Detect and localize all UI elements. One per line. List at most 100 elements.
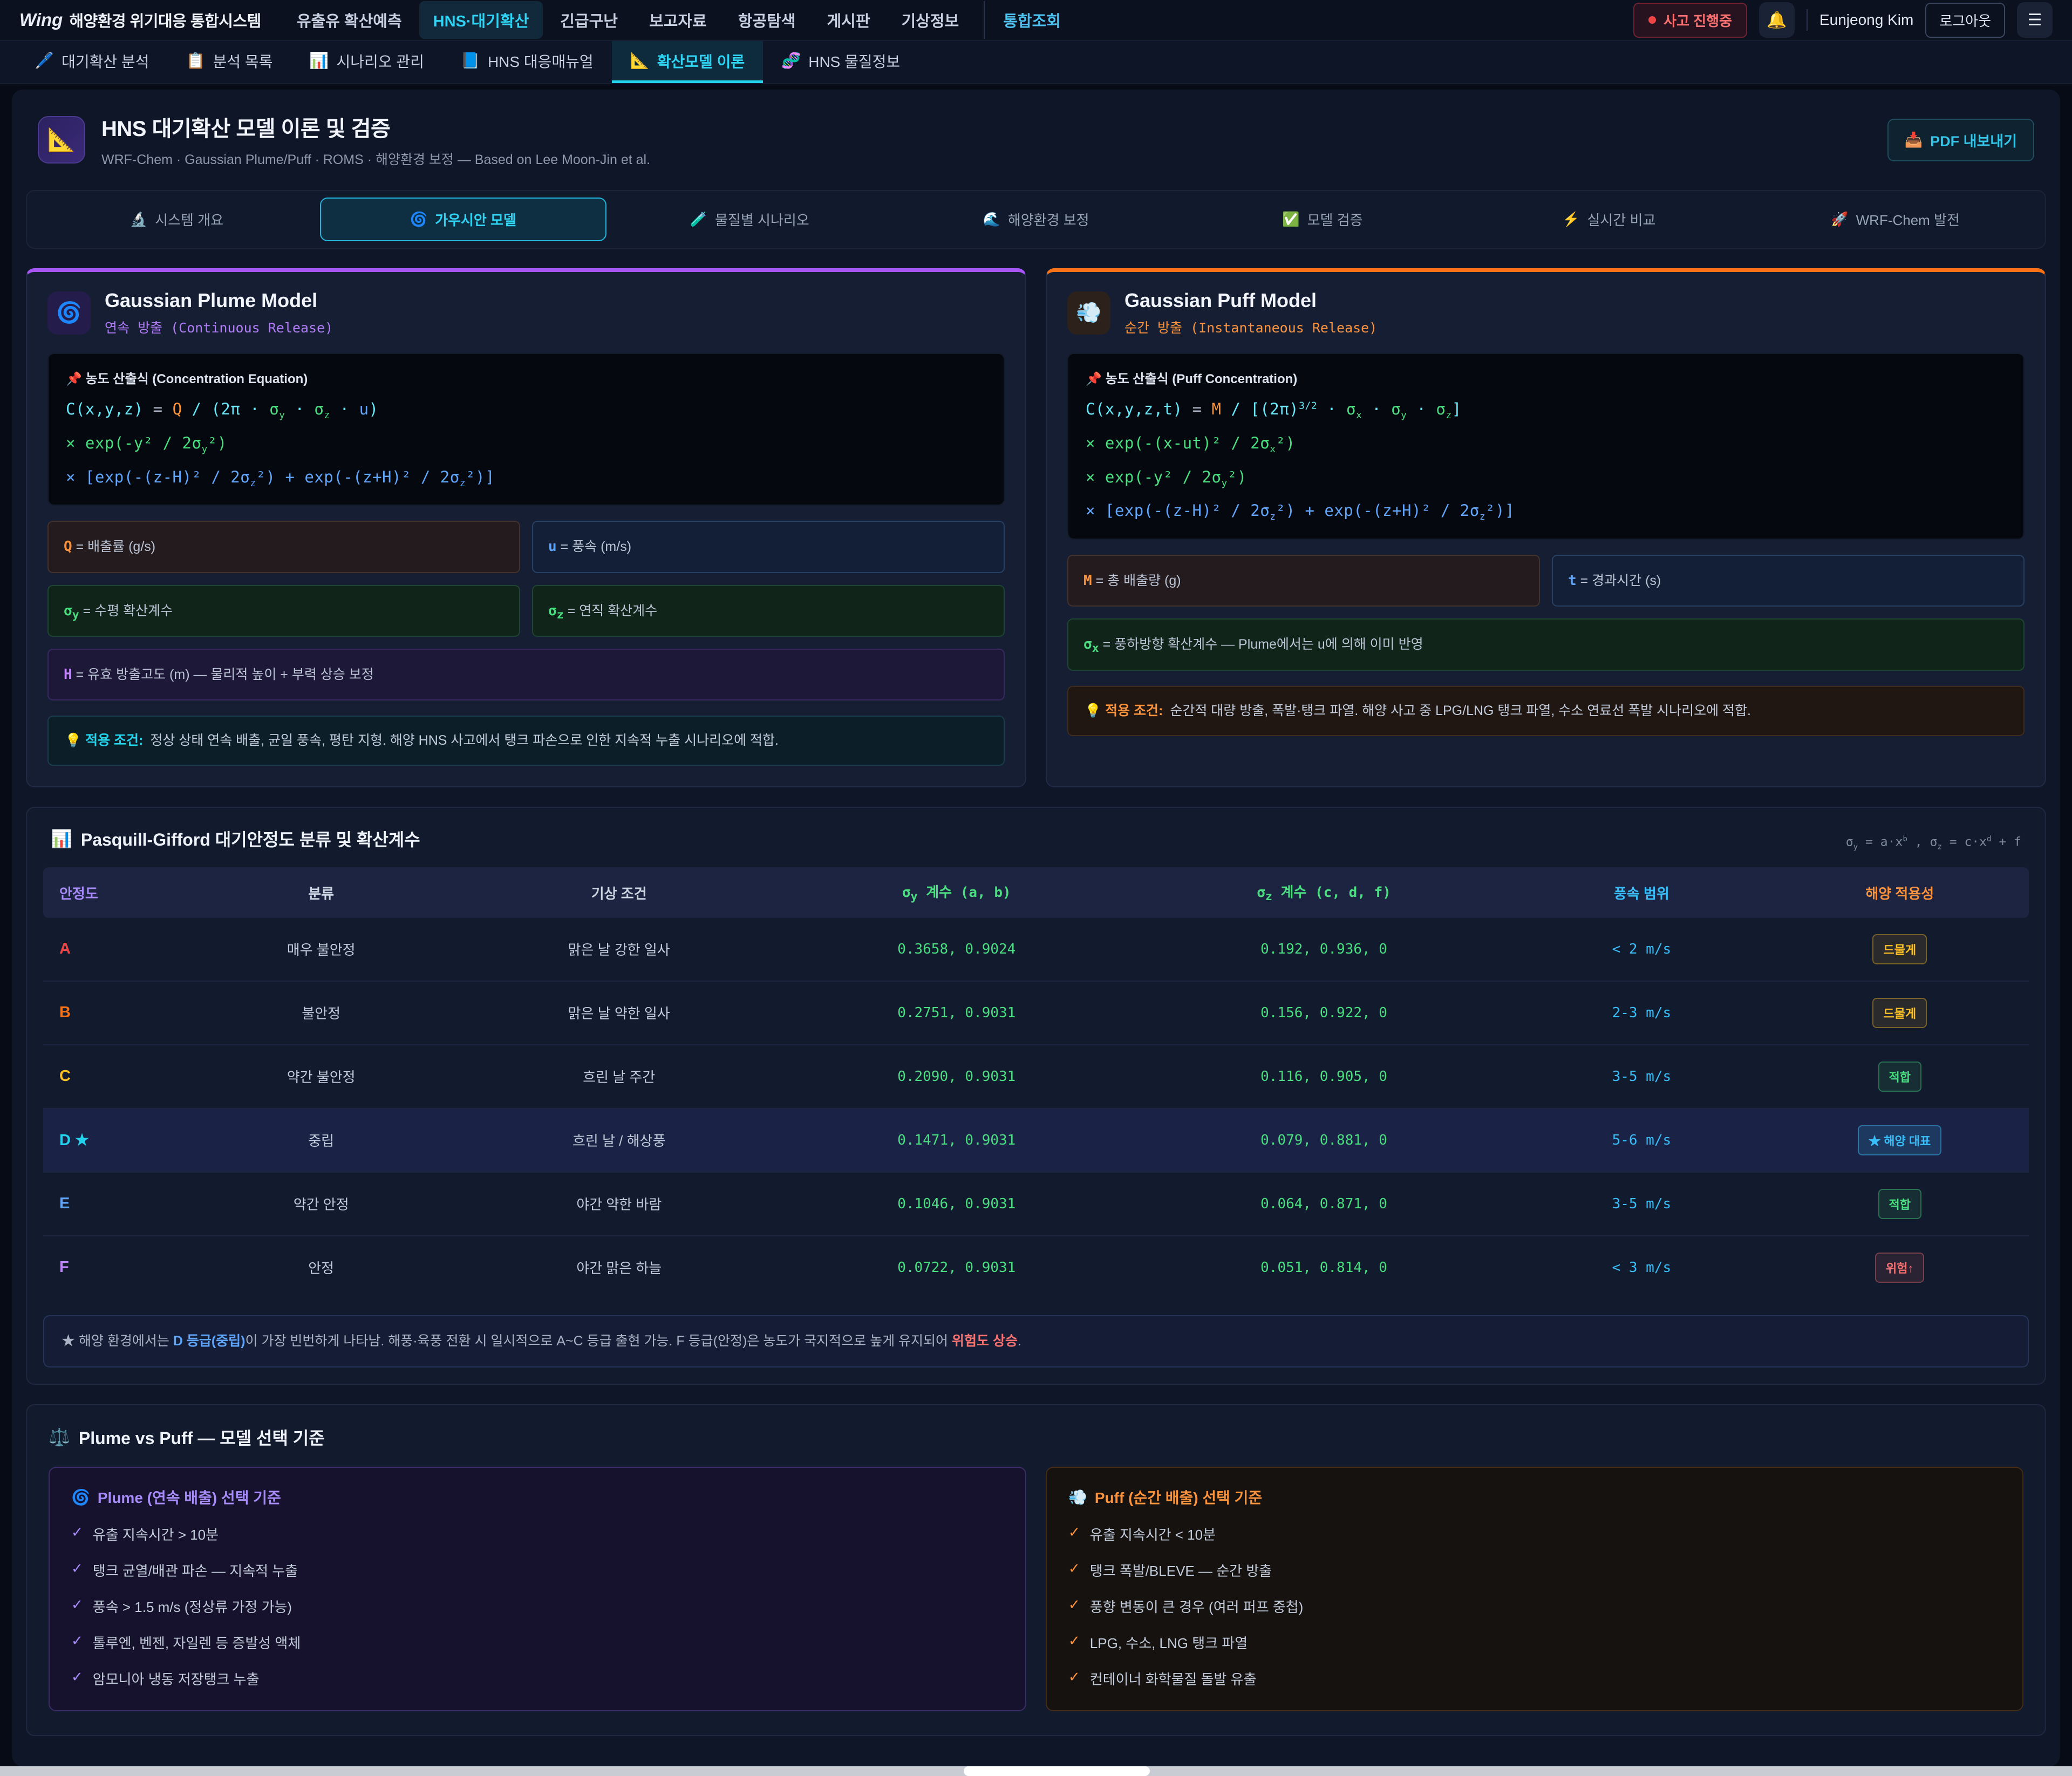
main-menu: 유출유 확산예측HNS·대기확산긴급구난보고자료항공탐색게시판기상정보 통합조회 [283,1,1075,39]
app-logo[interactable]: Wing 해양환경 위기대응 통합시스템 [19,9,261,31]
param-sigma-z: σz = 연직 확산계수 [532,585,1005,637]
criteria-item: ✓유출 지속시간 < 10분 [1068,1524,2001,1544]
pdf-export-label: PDF 내보내기 [1930,130,2017,151]
page-subtitle: WRF-Chem · Gaussian Plume/Puff · ROMS · … [101,149,650,168]
notifications-button[interactable]: 🔔 [1759,2,1795,38]
param-t: t = 경과시간 (s) [1552,555,2025,607]
puff-equation-block: 📌 농도 산출식 (Puff Concentration) C(x,y,z,t)… [1067,353,2025,540]
nav-item-4[interactable]: 보고자료 [635,1,721,39]
incident-status-label: 사고 진행중 [1664,10,1732,30]
table-row-grade-E: E약간 안정야간 약한 바람0.1046, 0.90310.064, 0.871… [43,1173,2029,1236]
logo-title: 해양환경 위기대응 통합시스템 [69,9,261,31]
plume-criteria-title: Plume (연속 배출) 선택 기준 [98,1486,281,1508]
subnav-tab-2[interactable]: 📋분석 목록 [167,41,291,83]
param-m: M = 총 배출량 (g) [1067,555,1540,607]
check-icon: ✓ [1068,1524,1080,1544]
applicability-badge: 드물게 [1872,934,1927,964]
logo-mark: Wing [19,10,63,30]
check-icon: ✓ [71,1596,83,1616]
puff-card-subtitle: 순간 방출 (Instantaneous Release) [1124,317,1377,337]
equation-line: × exp(-y² / 2σy²) [66,434,986,455]
gaussian-plume-card: 🌀 Gaussian Plume Model 연속 방출 (Continuous… [26,268,1026,787]
puff-params: M = 총 배출량 (g) t = 경과시간 (s) σx = 풍하방향 확산계… [1067,555,2025,670]
nav-item-6[interactable]: 게시판 [813,1,884,39]
section-tab-3[interactable]: 🧪물질별 시나리오 [606,198,893,241]
puff-equation-label: 농도 산출식 (Puff Concentration) [1106,372,1298,386]
subnav-tab-5[interactable]: 📐확산모델 이론 [612,41,763,83]
section-tab-6[interactable]: ⚡실시간 비교 [1466,198,1752,241]
subnav-tab-1[interactable]: 🖊️대기확산 분석 [16,41,167,83]
check-icon: ✓ [1068,1560,1080,1580]
stability-table: 안정도분류기상 조건σy 계수 (a, b)σz 계수 (c, d, f)풍속 … [43,867,2029,1298]
bell-icon: 🔔 [1767,11,1787,30]
section-tab-1[interactable]: 🔬시스템 개요 [33,198,320,241]
applicability-badge: 적합 [1878,1061,1921,1092]
param-u: u = 풍속 (m/s) [532,521,1005,573]
table-row-grade-F: F안정야간 맑은 하늘0.0722, 0.90310.051, 0.814, 0… [43,1236,2029,1299]
plume-card-title: Gaussian Plume Model [105,289,333,312]
model-cards: 🌀 Gaussian Plume Model 연속 방출 (Continuous… [26,268,2046,787]
subnav-tab-icon: 📐 [630,52,650,70]
equation-line: × [exp(-(z-H)² / 2σz²) + exp(-(z+H)² / 2… [1086,501,2006,522]
puff-application-note: 💡 적용 조건: 순간적 대량 방출, 폭발·탱크 파열. 해양 사고 중 LP… [1067,686,2025,737]
param-sigma-y: σy = 수평 확산계수 [47,585,520,637]
check-icon: ✓ [71,1560,83,1580]
section-tab-2[interactable]: 🌀가우시안 모델 [320,198,606,241]
nav-item-1[interactable]: 유출유 확산예측 [283,1,416,39]
table-row-grade-C: C약간 불안정흐린 날 주간0.2090, 0.90310.116, 0.905… [43,1045,2029,1109]
logout-button[interactable]: 로그아웃 [1925,3,2005,38]
pg-table-title: Pasquill-Gifford 대기안정도 분류 및 확산계수 [81,826,420,851]
check-icon: ✓ [1068,1669,1080,1689]
bar-chart-icon: 📊 [51,828,72,849]
nav-item-7[interactable]: 기상정보 [888,1,973,39]
check-icon: ✓ [1068,1632,1080,1652]
section-tab-5[interactable]: ✅모델 검증 [1179,198,1466,241]
equation-line: × exp(-y² / 2σy²) [1086,468,2006,489]
content-wrapper: 📐 HNS 대기확산 모델 이론 및 검증 WRF-Chem · Gaussia… [12,90,2060,1766]
plume-equation-block: 📌 농도 산출식 (Concentration Equation) C(x,y,… [47,353,1005,506]
equation-line: C(x,y,z) = Q / (2π · σy · σz · u) [66,400,986,421]
section-tab-4[interactable]: 🌊해양환경 보정 [893,198,1180,241]
section-tabs: 🔬시스템 개요🌀가우시안 모델🧪물질별 시나리오🌊해양환경 보정✅모델 검증⚡실… [26,190,2046,249]
puff-criteria-panel: 💨 Puff (순간 배출) 선택 기준 ✓유출 지속시간 < 10분✓탱크 폭… [1046,1467,2023,1711]
model-selection-panel: ⚖️ Plume vs Puff — 모델 선택 기준 🌀 Plume (연속 … [26,1404,2046,1736]
puff-cloud-icon: 💨 [1067,291,1110,335]
cyclone-icon: 🌀 [71,1488,90,1506]
check-icon: ✓ [71,1632,83,1652]
pasquill-gifford-panel: 📊 Pasquill-Gifford 대기안정도 분류 및 확산계수 σy = … [26,807,2046,1385]
param-h: H = 유효 방출고도 (m) — 물리적 높이 + 부력 상승 보정 [47,649,1005,700]
subnav-tab-icon: 📘 [461,52,480,70]
bulb-icon: 💡 [65,733,81,748]
top-navbar: Wing 해양환경 위기대응 통합시스템 유출유 확산예측HNS·대기확산긴급구… [0,0,2072,41]
hamburger-menu-button[interactable]: ☰ [2017,2,2053,38]
criteria-item: ✓톨루엔, 벤젠, 자일렌 등 증발성 액체 [71,1632,1004,1652]
incident-status-badge[interactable]: 사고 진행중 [1633,3,1747,38]
subnav-tab-4[interactable]: 📘HNS 대응매뉴얼 [442,41,612,83]
applicability-badge: 위험↑ [1875,1253,1924,1283]
equation-line: × [exp(-(z-H)² / 2σz²) + exp(-(z+H)² / 2… [66,468,986,489]
plume-card-subtitle: 연속 방출 (Continuous Release) [105,317,333,337]
nav-divider [1807,9,1808,31]
nav-item-8[interactable]: 통합조회 [984,1,1075,39]
criteria-item: ✓풍향 변동이 큰 경우 (여러 퍼프 중첩) [1068,1596,2001,1616]
horizontal-scrollbar[interactable] [0,1766,2072,1776]
pdf-export-button[interactable]: 📥 PDF 내보내기 [1887,119,2035,161]
scrollbar-thumb[interactable] [964,1766,1150,1776]
equation-line: × exp(-(x-ut)² / 2σx²) [1086,434,2006,455]
gaussian-puff-card: 💨 Gaussian Puff Model 순간 방출 (Instantaneo… [1046,268,2046,787]
user-name: Eunjeong Kim [1819,11,1913,29]
nav-item-5[interactable]: 항공탐색 [724,1,810,39]
subnav-tab-icon: 🧬 [781,52,801,70]
table-row-grade-D: D ★중립흐린 날 / 해상풍0.1471, 0.90310.079, 0.88… [43,1109,2029,1173]
equation-line: C(x,y,z,t) = M / [(2π)3/2 · σx · σy · σz… [1086,400,2006,421]
nav-item-2[interactable]: HNS·대기확산 [419,1,543,39]
criteria-item: ✓탱크 폭발/BLEVE — 순간 방출 [1068,1560,2001,1580]
pin-icon: 📌 [66,372,82,386]
subnav-tab-icon: 📊 [309,52,329,70]
subnav-tab-3[interactable]: 📊시나리오 관리 [291,41,442,83]
pin-icon: 📌 [1086,372,1102,386]
subnav-tab-6[interactable]: 🧬HNS 물질정보 [763,41,918,83]
nav-item-3[interactable]: 긴급구난 [546,1,632,39]
criteria-item: ✓LPG, 수소, LNG 탱크 파열 [1068,1632,2001,1652]
section-tab-7[interactable]: 🚀WRF-Chem 발전 [1752,198,2039,241]
